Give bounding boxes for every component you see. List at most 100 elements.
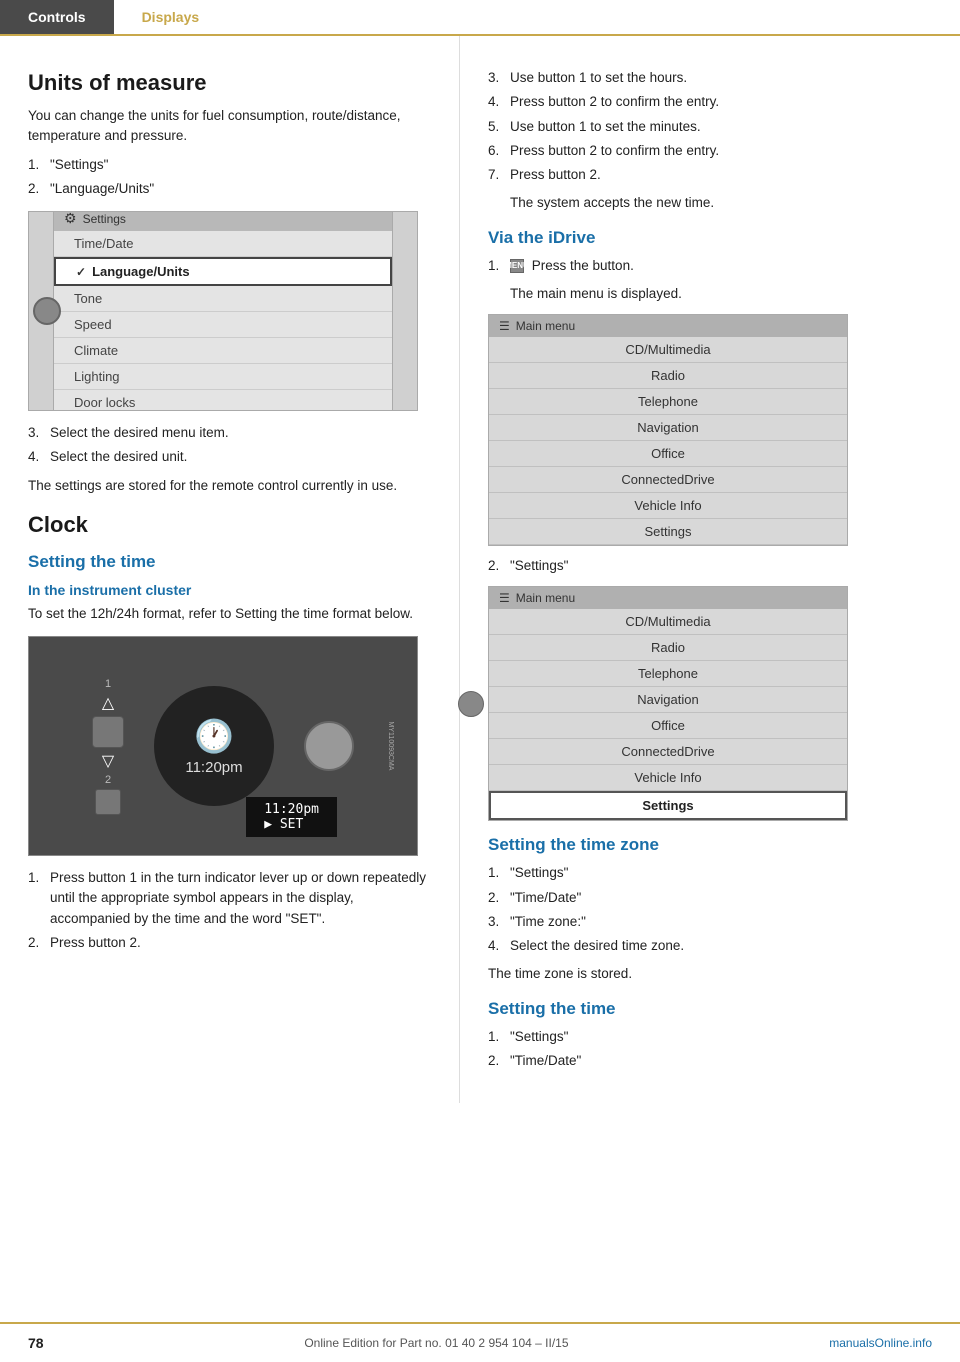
step-text: Press button 1 in the turn indicator lev…	[50, 868, 431, 929]
tab-displays[interactable]: Displays	[114, 0, 228, 34]
step1-text: Press the button.	[532, 258, 634, 273]
step-text: Press button 2.	[510, 165, 932, 185]
units-note: The settings are stored for the remote c…	[28, 476, 431, 496]
menu-item-speed: Speed	[54, 312, 392, 338]
menu-item-navigation: Navigation	[489, 415, 847, 441]
settings-menu-screenshot: ⚙ Settings Time/Date ✓ Language/Units To…	[28, 211, 418, 411]
menu-button-icon: MENU	[510, 259, 524, 273]
menu-item-cdmultimedia-2: CD/Multimedia	[489, 609, 847, 635]
step-num: 1.	[28, 155, 50, 175]
step-item: 2. "Language/Units"	[28, 179, 431, 199]
cluster-steps: 1. Press button 1 in the turn indicator …	[28, 868, 431, 953]
time-display: 11:20pm	[185, 759, 242, 776]
time-zone-note: The time zone is stored.	[488, 964, 932, 984]
gear-icon: ⚙	[64, 211, 77, 227]
step-item: 1. "Settings"	[488, 1027, 932, 1047]
main-menu-2-container: ☰ Main menu CD/Multimedia Radio Telephon…	[488, 586, 932, 821]
step-text: "Settings"	[510, 1027, 932, 1047]
menu-item-radio: Radio	[489, 363, 847, 389]
step-item: 5. Use button 1 to set the minutes.	[488, 117, 932, 137]
step-num: 3.	[488, 68, 510, 88]
main-menu-screenshot-1: ☰ Main menu CD/Multimedia Radio Telephon…	[488, 314, 848, 546]
step-num: 2.	[28, 933, 50, 953]
setting-time-steps: 1. "Settings" 2. "Time/Date"	[488, 1027, 932, 1072]
step-num: 4.	[28, 447, 50, 467]
image-side-label: MY110093CMA	[387, 722, 394, 771]
step-num: 2.	[488, 556, 510, 576]
menu-item-radio-2: Radio	[489, 635, 847, 661]
menu-item-telephone-2: Telephone	[489, 661, 847, 687]
step-item: 2. "Settings"	[488, 556, 932, 576]
menu-item-language: ✓ Language/Units	[54, 257, 392, 286]
units-section: Units of measure You can change the unit…	[28, 70, 431, 496]
step-item: 1. "Settings"	[488, 863, 932, 883]
step-text: "Settings"	[50, 155, 431, 175]
units-steps-2: 3. Select the desired menu item. 4. Sele…	[28, 423, 431, 468]
step-text: Press button 2 to confirm the entry.	[510, 141, 932, 161]
step-num: 2.	[28, 179, 50, 199]
step-item: 2. Press button 2.	[28, 933, 431, 953]
menu-item-settings-selected: Settings	[489, 791, 847, 820]
step-num: 5.	[488, 117, 510, 137]
main-menu-header-2: ☰ Main menu	[489, 587, 847, 609]
menu-item-connecteddrive: ConnectedDrive	[489, 467, 847, 493]
checkmark-icon: ✓	[76, 265, 86, 279]
step-text: "Time/Date"	[510, 1051, 932, 1071]
step-item: 3. "Time zone:"	[488, 912, 932, 932]
menu-item-lighting: Lighting	[54, 364, 392, 390]
continued-steps: 3. Use button 1 to set the hours. 4. Pre…	[488, 68, 932, 185]
menu-item-doorlocks: Door locks	[54, 390, 392, 411]
menu-item-vehicleinfo: Vehicle Info	[489, 493, 847, 519]
menu-item-office: Office	[489, 441, 847, 467]
clock-icon: 🕐	[194, 717, 234, 755]
step-num: 6.	[488, 141, 510, 161]
units-title: Units of measure	[28, 70, 431, 96]
step-num: 1.	[488, 1027, 510, 1047]
cluster-dial: 🕐 11:20pm	[154, 686, 274, 806]
menu-title: Settings	[83, 212, 126, 226]
step-text: Press button 2.	[50, 933, 431, 953]
step-text: Select the desired menu item.	[50, 423, 431, 443]
step-num: 3.	[28, 423, 50, 443]
set-display: 11:20pm ▶ SET	[246, 797, 337, 837]
instrument-cluster-subsection: In the instrument cluster	[28, 582, 431, 598]
right-column: 3. Use button 1 to set the hours. 4. Pre…	[460, 36, 960, 1103]
menu-item-office-2: Office	[489, 713, 847, 739]
step-text: "Language/Units"	[50, 179, 431, 199]
step-text: Use button 1 to set the minutes.	[510, 117, 932, 137]
main-menu-title-2: Main menu	[516, 591, 575, 605]
left-column: Units of measure You can change the unit…	[0, 36, 460, 1103]
menu-item-vehicleinfo-2: Vehicle Info	[489, 765, 847, 791]
step7-note: The system accepts the new time.	[510, 193, 932, 213]
menu-item-tone: Tone	[54, 286, 392, 312]
step-num: 1.	[28, 868, 50, 888]
step-text: Use button 1 to set the hours.	[510, 68, 932, 88]
step-num: 2.	[488, 888, 510, 908]
footer-copyright: Online Edition for Part no. 01 40 2 954 …	[304, 1336, 568, 1350]
page-number: 78	[28, 1335, 44, 1351]
settings-menu: ⚙ Settings Time/Date ✓ Language/Units To…	[53, 211, 393, 411]
time-label: 11:20pm	[264, 802, 319, 817]
list-icon-2: ☰	[499, 591, 510, 605]
cluster-intro: To set the 12h/24h format, refer to Sett…	[28, 604, 431, 624]
units-steps-1: 1. "Settings" 2. "Language/Units"	[28, 155, 431, 200]
set-label: ▶ SET	[264, 817, 303, 832]
time-zone-title: Setting the time zone	[488, 835, 932, 855]
footer: 78 Online Edition for Part no. 01 40 2 9…	[0, 1322, 960, 1362]
step-item: 2. "Time/Date"	[488, 1051, 932, 1071]
cluster-container: 1 △ ▽ 2 🕐 11:20pm	[29, 637, 417, 855]
step-item: 4. Press button 2 to confirm the entry.	[488, 92, 932, 112]
idrive-knob	[458, 691, 484, 717]
main-menu-1-container: ☰ Main menu CD/Multimedia Radio Telephon…	[488, 314, 932, 546]
step-num: 7.	[488, 165, 510, 185]
step-text: MENU Press the button.	[510, 256, 932, 276]
main-menu-header: ☰ Main menu	[489, 315, 847, 337]
tab-controls[interactable]: Controls	[0, 0, 114, 34]
content-wrapper: Units of measure You can change the unit…	[0, 36, 960, 1103]
top-navigation: Controls Displays	[0, 0, 960, 36]
menu-header: ⚙ Settings	[54, 211, 392, 231]
idrive-step2: 2. "Settings"	[488, 556, 932, 576]
step-item: 1. Press button 1 in the turn indicator …	[28, 868, 431, 929]
setting-time-zone-section: Setting the time zone 1. "Settings" 2. "…	[488, 835, 932, 984]
step-num: 4.	[488, 936, 510, 956]
